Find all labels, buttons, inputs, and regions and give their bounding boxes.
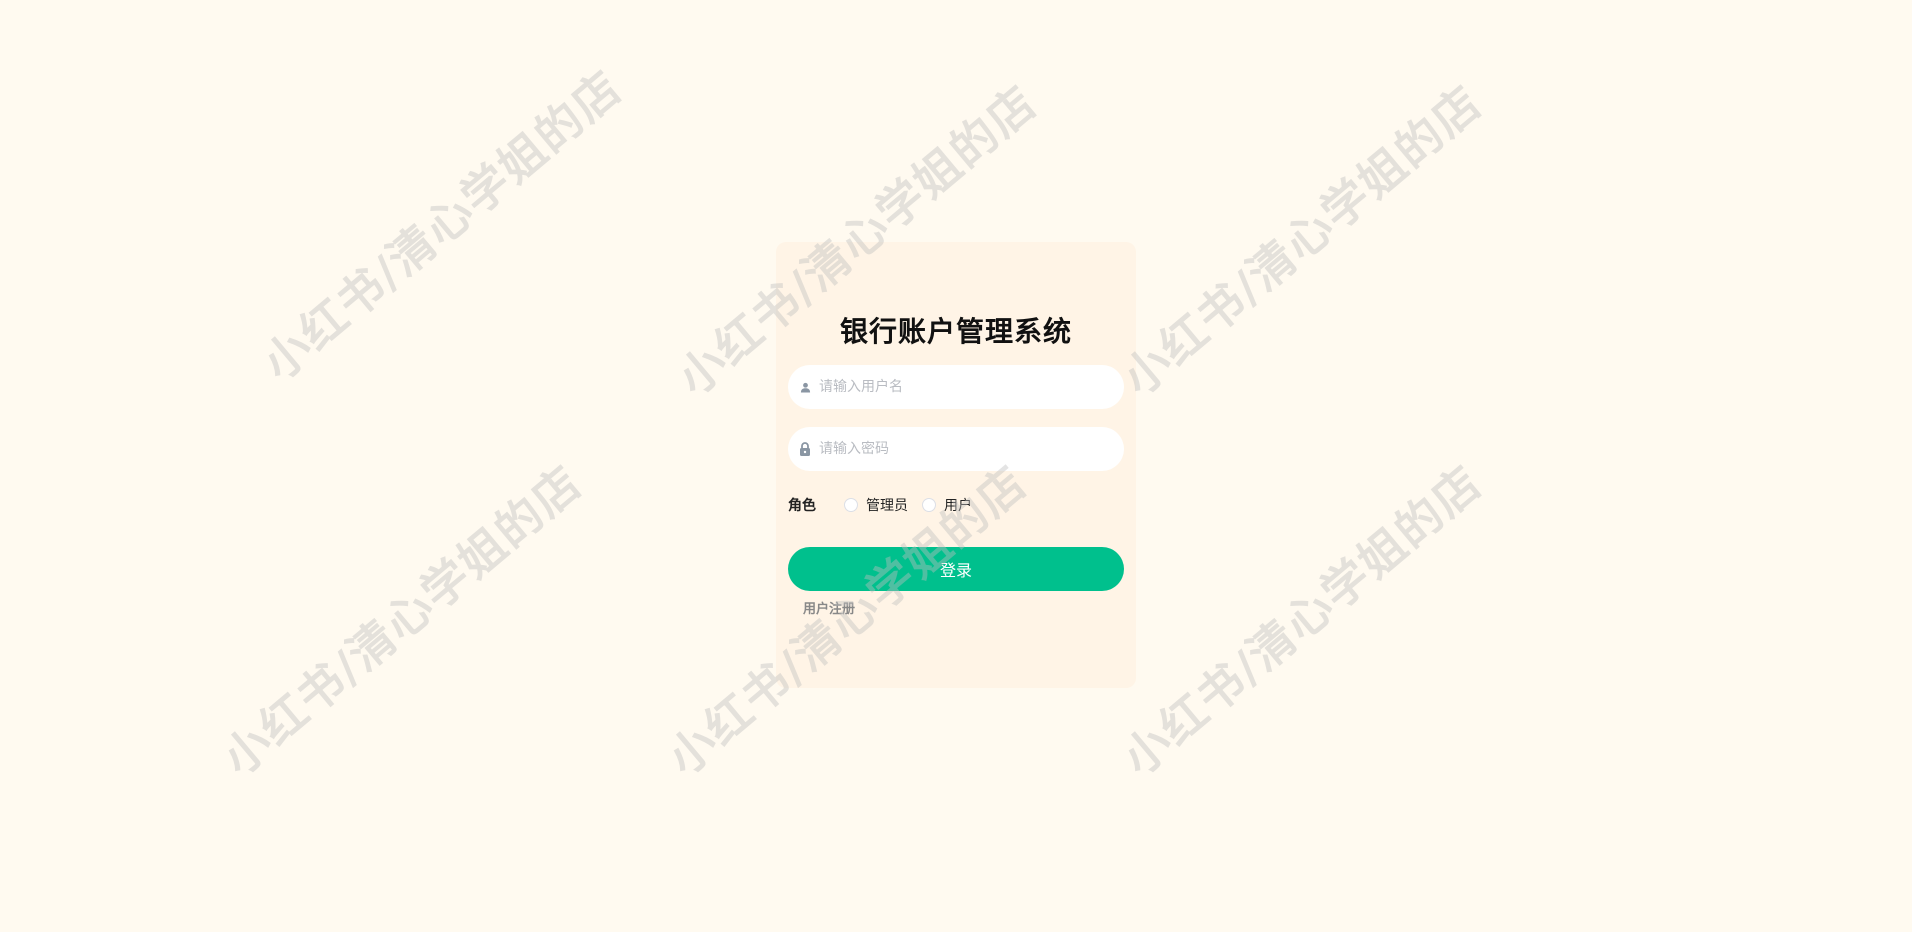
login-page: 银行账户管理系统 角色 <box>0 0 1912 932</box>
register-link[interactable]: 用户注册 <box>803 598 855 617</box>
role-label: 角色 <box>788 498 816 514</box>
username-input[interactable] <box>819 367 1099 407</box>
watermark-text: 小红书/清心学姐的店 <box>1112 454 1493 786</box>
role-radio-admin[interactable]: 管理员 <box>844 495 908 515</box>
watermark-text: 小红书/清心学姐的店 <box>1112 74 1493 406</box>
username-field[interactable] <box>788 365 1124 409</box>
login-button[interactable]: 登录 <box>788 547 1124 591</box>
user-icon <box>797 379 813 395</box>
radio-circle[interactable] <box>922 498 936 512</box>
password-input[interactable] <box>819 429 1099 469</box>
watermark-text: 小红书/清心学姐的店 <box>252 59 633 391</box>
role-selector: 角色 管理员 用户 <box>788 495 986 515</box>
radio-circle[interactable] <box>844 498 858 512</box>
page-title: 银行账户管理系统 <box>839 315 1072 348</box>
watermark-text: 小红书/清心学姐的店 <box>212 454 593 786</box>
role-radio-label: 用户 <box>944 498 972 514</box>
lock-icon <box>797 441 813 457</box>
role-radio-user[interactable]: 用户 <box>922 495 972 515</box>
login-card: 银行账户管理系统 角色 <box>776 242 1136 688</box>
role-radio-label: 管理员 <box>866 498 908 514</box>
password-field[interactable] <box>788 427 1124 471</box>
